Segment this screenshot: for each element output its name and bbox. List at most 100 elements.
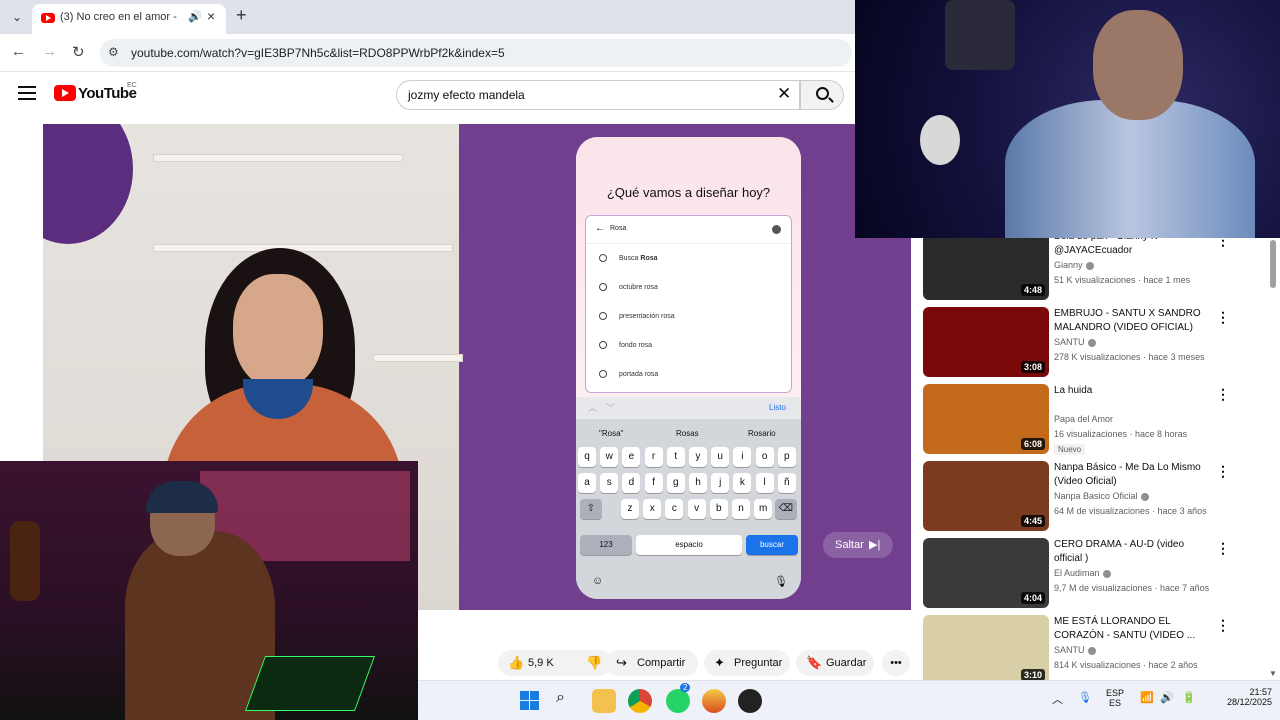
whatsapp-badge: 2 bbox=[680, 683, 691, 692]
duration-badge: 6:08 bbox=[1020, 438, 1045, 450]
more-vertical-icon[interactable]: ⋮ bbox=[1216, 540, 1230, 557]
scrollbar[interactable]: ▼ bbox=[1266, 238, 1280, 680]
site-info-icon[interactable]: ⚙ bbox=[108, 45, 119, 59]
recommendation-item[interactable]: 4:45 Nanpa Básico - Me Da Lo Mismo (Video… bbox=[923, 461, 1263, 531]
more-vertical-icon[interactable]: ⋮ bbox=[1216, 463, 1230, 480]
scrollbar-thumb[interactable] bbox=[1270, 240, 1276, 288]
duration-badge: 4:48 bbox=[1020, 284, 1045, 296]
file-explorer-icon[interactable] bbox=[592, 689, 616, 713]
scroll-down-icon[interactable]: ▼ bbox=[1269, 669, 1277, 678]
back-arrow-icon[interactable]: ← bbox=[11, 43, 26, 60]
search-icon[interactable]: ⌕ bbox=[556, 689, 580, 713]
video-title[interactable]: CERO DRAMA - AU-D (video official ) bbox=[1054, 538, 1204, 566]
tray-chevron-icon[interactable]: ︿ bbox=[1052, 691, 1063, 707]
video-title[interactable]: La huida bbox=[1054, 384, 1204, 398]
ask-button[interactable]: ✦ Preguntar bbox=[704, 650, 790, 676]
new-tab-icon[interactable]: + bbox=[236, 5, 247, 26]
share-label: Compartir bbox=[637, 657, 686, 669]
channel-name[interactable]: Gianny bbox=[1054, 260, 1094, 270]
channel-name[interactable]: El Audiman bbox=[1054, 568, 1111, 578]
windows-taskbar: ⌕ 2 ︿ 🎙 ESP ES 📶 🔊 🔋 21:57 28/12/2025 bbox=[418, 680, 1280, 720]
duration-badge: 3:10 bbox=[1020, 669, 1045, 680]
video-thumbnail[interactable]: 6:08 bbox=[923, 384, 1049, 454]
menu-icon[interactable] bbox=[18, 86, 36, 100]
thumbs-up-icon[interactable]: 👍 bbox=[508, 650, 524, 676]
keyboard-done: Listo bbox=[769, 403, 786, 412]
language-indicator[interactable]: ESP ES bbox=[1106, 688, 1124, 708]
whatsapp-icon[interactable]: 2 bbox=[666, 683, 691, 713]
clear-search-icon[interactable]: ✕ bbox=[777, 84, 791, 104]
more-vertical-icon[interactable]: ⋮ bbox=[1216, 238, 1230, 249]
wifi-icon[interactable]: 📶 bbox=[1140, 691, 1154, 704]
thumbs-down-icon[interactable]: 👎 bbox=[586, 650, 602, 676]
channel-name[interactable]: SANTU bbox=[1054, 645, 1096, 655]
microphone-icon[interactable]: 🎙 bbox=[1078, 691, 1092, 704]
battery-icon[interactable]: 🔋 bbox=[1182, 691, 1196, 704]
video-thumbnail[interactable]: 3:10 bbox=[923, 615, 1049, 680]
key: ñ bbox=[777, 473, 796, 493]
recommendation-item[interactable]: 6:08 La huida Papa del Amor 16 visualizacio… bbox=[923, 384, 1263, 455]
share-button[interactable]: ↪ Compartir bbox=[606, 650, 698, 676]
url-field[interactable]: ⚙ youtube.com/watch?v=gIE3BP7Nh5c&list=R… bbox=[100, 39, 852, 67]
shelf bbox=[373, 354, 463, 362]
search-button[interactable] bbox=[800, 80, 844, 110]
fl-studio-icon[interactable] bbox=[702, 689, 726, 713]
close-tab-icon[interactable]: × bbox=[207, 8, 215, 24]
volume-icon[interactable]: 🔊 bbox=[1160, 691, 1174, 704]
recommendation-item[interactable]: 4:48 Bola de pan - Gianny K @JAYACEcuador… bbox=[923, 238, 1263, 300]
like-count[interactable]: 5,9 K bbox=[528, 650, 554, 676]
reload-icon[interactable]: ↻ bbox=[72, 43, 85, 61]
presenter-face bbox=[233, 274, 323, 389]
key: c bbox=[665, 499, 684, 519]
clock[interactable]: 21:57 28/12/2025 bbox=[1218, 687, 1272, 707]
key: e bbox=[622, 447, 641, 467]
keyboard-suggestion: Rosas bbox=[676, 429, 699, 438]
more-actions-button[interactable]: ••• bbox=[882, 650, 910, 676]
phone-search-panel: ← Rosa Busca Rosa octubre rosa presentació… bbox=[585, 215, 792, 393]
browser-tab-active[interactable]: (3) No creo en el amor - Sa 🔊 × bbox=[32, 4, 226, 34]
video-title[interactable]: Bola de pan - Gianny K @JAYACEcuador bbox=[1054, 238, 1204, 258]
search-icon bbox=[599, 254, 607, 262]
skip-next-icon: ▶| bbox=[869, 539, 881, 551]
save-button[interactable]: 🔖 Guardar bbox=[796, 650, 874, 676]
recommendation-item[interactable]: 3:10 ME ESTÁ LLORANDO EL CORAZÓN - SANTU … bbox=[923, 615, 1263, 680]
shelf bbox=[153, 154, 403, 162]
video-thumbnail[interactable]: 4:45 bbox=[923, 461, 1049, 531]
chrome-icon[interactable] bbox=[628, 689, 652, 713]
channel-name[interactable]: Papa del Amor bbox=[1054, 414, 1113, 424]
suggestion-row: Busca Rosa bbox=[586, 245, 791, 274]
guitar-decor bbox=[10, 521, 40, 601]
tab-search-chevron-icon[interactable]: ⌄ bbox=[7, 7, 27, 27]
channel-name[interactable]: Nanpa Basico Oficial bbox=[1054, 491, 1149, 501]
rgb-keyboard bbox=[244, 656, 376, 711]
speaker-icon[interactable]: 🔊 bbox=[188, 10, 202, 23]
suggestion-text: presentación rosa bbox=[619, 313, 675, 320]
recommendation-item[interactable]: 4:04 CERO DRAMA - AU-D (video official ) E… bbox=[923, 538, 1263, 608]
skip-label: Saltar bbox=[835, 539, 864, 551]
forward-arrow-icon[interactable]: → bbox=[42, 43, 57, 60]
like-dislike-group: 👍 5,9 K 👎 bbox=[498, 650, 612, 676]
more-vertical-icon[interactable]: ⋮ bbox=[1216, 309, 1230, 326]
video-title[interactable]: EMBRUJO - SANTU X SANDRO MALANDRO (VIDEO… bbox=[1054, 307, 1204, 335]
streamer-face bbox=[1093, 10, 1183, 120]
video-title[interactable]: ME ESTÁ LLORANDO EL CORAZÓN - SANTU (VID… bbox=[1054, 615, 1204, 643]
video-meta: 16 visualizaciones · hace 8 horas bbox=[1054, 429, 1188, 439]
key-123: 123 bbox=[580, 535, 632, 555]
recommendation-item[interactable]: 3:08 EMBRUJO - SANTU X SANDRO MALANDRO (V… bbox=[923, 307, 1263, 377]
app-icon[interactable] bbox=[738, 689, 762, 713]
more-vertical-icon[interactable]: ⋮ bbox=[1216, 386, 1230, 403]
video-title[interactable]: Nanpa Básico - Me Da Lo Mismo (Video Ofi… bbox=[1054, 461, 1204, 489]
video-thumbnail[interactable]: 4:48 bbox=[923, 238, 1049, 300]
date: 28/12/2025 bbox=[1226, 697, 1272, 707]
bookmark-icon: 🔖 bbox=[806, 655, 823, 670]
key: l bbox=[755, 473, 774, 493]
more-vertical-icon[interactable]: ⋮ bbox=[1216, 617, 1230, 634]
windows-start-icon[interactable] bbox=[518, 689, 542, 713]
search-input[interactable]: jozmy efecto mandela ✕ bbox=[396, 80, 800, 110]
youtube-logo-icon[interactable] bbox=[54, 85, 76, 101]
key: y bbox=[689, 447, 707, 467]
video-thumbnail[interactable]: 4:04 bbox=[923, 538, 1049, 608]
video-thumbnail[interactable]: 3:08 bbox=[923, 307, 1049, 377]
channel-name[interactable]: SANTU bbox=[1054, 337, 1096, 347]
skip-button[interactable]: Saltar ▶| bbox=[823, 532, 893, 558]
